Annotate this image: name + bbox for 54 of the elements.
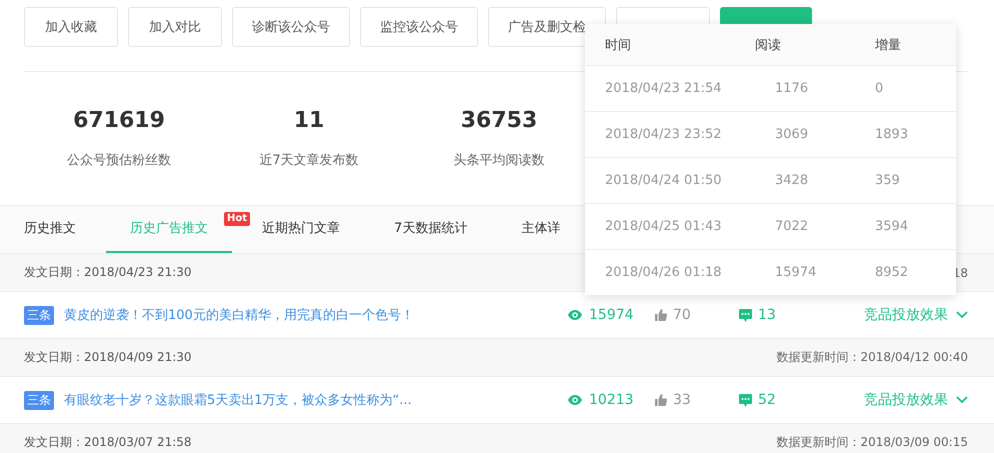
like-count: 33: [673, 392, 692, 408]
table-cell-text: 3428: [775, 173, 810, 188]
read-count: 15974: [589, 307, 635, 323]
read-count: 10213: [589, 392, 635, 408]
stat-value: 11: [294, 108, 324, 133]
action-button[interactable]: 广告及删文检: [488, 7, 606, 47]
stat-label: 头条平均阅读数: [454, 152, 544, 169]
post-date: 发文日期：2018/03/07 21:58: [24, 434, 192, 451]
chevron-down-icon[interactable]: [956, 311, 968, 319]
action-button[interactable]: 监控该公众号: [360, 7, 478, 47]
chevron-down-icon[interactable]: [956, 396, 968, 404]
post-date: 发文日期：2018/04/09 21:30: [24, 349, 192, 366]
table-cell: 359: [875, 173, 900, 188]
action-button[interactable]: 加入对比: [128, 7, 222, 47]
stat-label: 近7天文章发布数: [259, 152, 359, 169]
comment-icon: [739, 394, 752, 406]
table-cell-text: 2018/04/24 01:50: [605, 173, 723, 188]
table-cell-text: 2018/04/25 01:43: [605, 219, 723, 234]
table-cell: 0: [875, 81, 884, 96]
stat-label: 公众号预估粉丝数: [67, 152, 171, 169]
column-header: 时间: [605, 36, 632, 54]
comment-count: 52: [758, 392, 777, 408]
action-button[interactable]: 诊断该公众号: [232, 7, 350, 47]
post-date: 发文日期：2018/04/23 21:30: [24, 264, 192, 281]
update-time: 数据更新时间：2018/04/12 00:40: [776, 349, 968, 366]
comment-icon: [739, 308, 752, 322]
table-cell-text: 15974: [775, 265, 818, 280]
thumbs-up-icon: [655, 309, 667, 321]
comment-count: 13: [758, 307, 777, 323]
position-tag: 三条: [24, 306, 54, 324]
thumbs-up-icon: [655, 394, 667, 406]
hot-badge: Hot: [224, 212, 250, 226]
table-cell-text: 1176: [775, 81, 810, 96]
update-time: 数据更新时间：2018/03/09 00:15: [776, 434, 968, 451]
eye-icon: [568, 310, 582, 320]
table-cell-text: 2018/04/23 23:52: [605, 127, 723, 142]
column-header: 增量: [875, 36, 901, 54]
table-cell-text: 2018/04/23 21:54: [605, 81, 723, 96]
stat-value: 36753: [460, 108, 538, 133]
table-cell-text: 2018/04/26 01:18: [605, 265, 723, 280]
table-cell-text: 3069: [775, 127, 810, 142]
table-cell: 8952: [875, 265, 908, 280]
eye-icon: [568, 395, 582, 405]
tab[interactable]: 历史推文: [0, 206, 100, 253]
tab[interactable]: 7天数据统计: [370, 206, 492, 253]
table-cell: 3594: [875, 219, 908, 234]
like-count: 70: [673, 307, 692, 323]
column-header: 阅读: [755, 36, 782, 54]
position-tag: 三条: [24, 390, 54, 410]
stat-value: 671619: [73, 108, 165, 133]
action-button[interactable]: 加入收藏: [24, 7, 118, 47]
table-cell: 1893: [875, 127, 908, 142]
table-cell-text: 7022: [775, 219, 810, 234]
tab[interactable]: 主体详: [497, 206, 584, 253]
